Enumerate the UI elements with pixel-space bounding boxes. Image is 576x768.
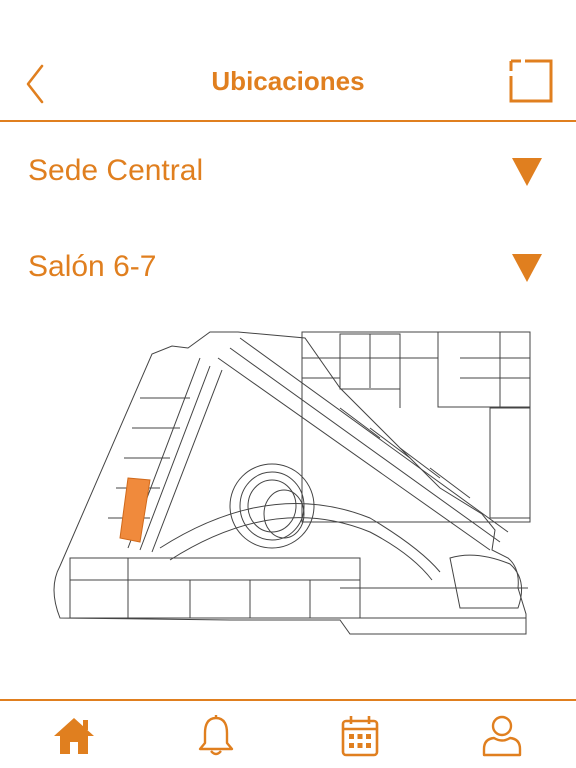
header-divider [0,120,576,122]
site-dropdown-value: Sede Central [28,154,204,187]
site-dropdown[interactable]: Sede Central [28,150,550,194]
bell-icon [198,715,234,756]
page-title: Ubicaciones [211,66,365,96]
user-icon [482,715,522,757]
nav-profile[interactable] [472,708,532,764]
floor-plan-map[interactable] [40,318,540,648]
caret-down-icon [512,254,542,282]
nav-calendar[interactable] [330,708,390,764]
caret-down-icon [512,158,542,186]
room-dropdown[interactable]: Salón 6-7 [28,246,550,290]
room-dropdown-value: Salón 6-7 [28,250,157,283]
calendar-icon [341,716,379,757]
expand-frame-icon [509,59,553,103]
nav-home[interactable] [44,708,104,764]
app-header: Ubicaciones [0,0,576,122]
nav-notifications[interactable] [186,708,246,764]
footer-divider [0,699,576,701]
home-icon [54,718,94,754]
fullscreen-button[interactable] [507,58,555,104]
floor-plan-drawing [53,331,531,635]
